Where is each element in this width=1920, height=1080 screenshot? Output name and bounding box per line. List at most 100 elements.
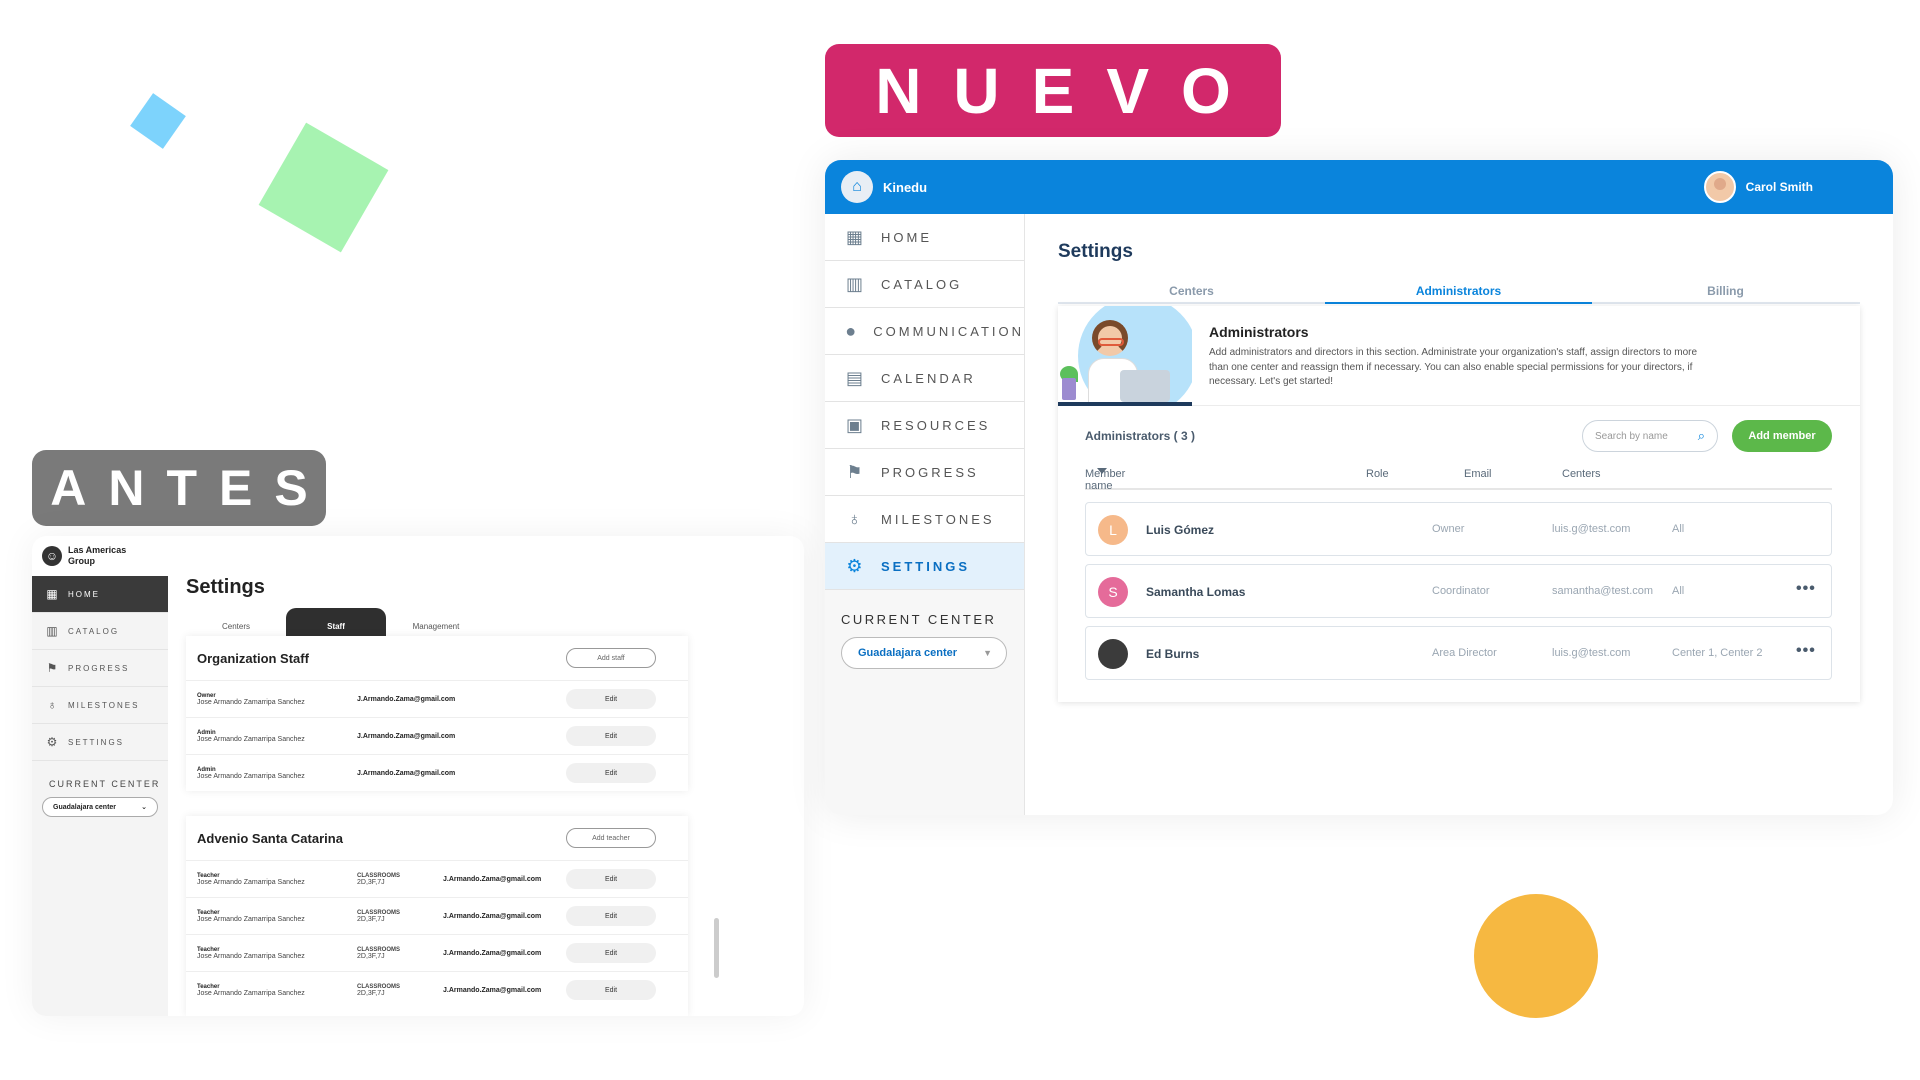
- administrators-count: Administrators ( 3 ): [1085, 429, 1196, 443]
- old-organization-staff-card: Organization Staff Add staff Owner Jose A…: [186, 636, 688, 791]
- col-email: Email: [1464, 468, 1492, 480]
- old-brand[interactable]: ☺ Las Americas Group: [32, 536, 168, 576]
- staff-name: Jose Armando Zamarripa Sanchez: [197, 915, 305, 923]
- staff-name: Jose Armando Zamarripa Sanchez: [197, 989, 305, 997]
- tab-administrators[interactable]: Administrators: [1325, 278, 1592, 304]
- old-sidebar-label: PROGRESS: [68, 663, 130, 673]
- sidebar-item-label: RESOURCES: [881, 417, 991, 433]
- blocks-icon: ▦: [845, 226, 866, 247]
- table-header: Member name Role Email Centers: [1085, 468, 1832, 492]
- old-sidebar-item-settings[interactable]: ⚙ SETTINGS: [32, 724, 168, 761]
- sort-down-icon[interactable]: [1097, 468, 1107, 474]
- sidebar-item-label: CALENDAR: [881, 370, 976, 386]
- old-sidebar-item-home[interactable]: ▦ HOME: [32, 576, 168, 613]
- resources-icon: ▣: [845, 414, 866, 435]
- edit-button[interactable]: Edit: [566, 906, 656, 926]
- edit-button[interactable]: Edit: [566, 943, 656, 963]
- info-banner: Administrators Add administrators and di…: [1058, 306, 1860, 406]
- table-row[interactable]: L Luis Gómez Owner luis.g@test.com All: [1085, 502, 1832, 556]
- member-role: Owner: [1432, 523, 1465, 535]
- edit-button[interactable]: Edit: [566, 689, 656, 709]
- edit-button[interactable]: Edit: [566, 869, 656, 889]
- old-sidebar-label: CATALOG: [68, 626, 120, 636]
- center-select[interactable]: Guadalajara center ▼: [841, 637, 1007, 669]
- center-select-value: Guadalajara center: [858, 647, 958, 659]
- user-menu[interactable]: Carol Smith: [1703, 171, 1813, 203]
- staff-email: J.Armando.Zama@gmail.com: [443, 986, 542, 994]
- old-sidebar-item-catalog[interactable]: ▥ CATALOG: [32, 613, 168, 650]
- avatar: L: [1098, 515, 1128, 545]
- table-row: Admin Jose Armando Zamarripa Sanchez J.Ar…: [186, 717, 688, 754]
- new-settings-screen: ⌂ Kinedu Carol Smith ▦ HOME ▥ CATALOG ● …: [825, 160, 1893, 815]
- table-row: Teacher Jose Armando Zamarripa Sanchez CL…: [186, 897, 688, 934]
- sidebar-item-label: HOME: [881, 229, 932, 245]
- col-role: Role: [1366, 468, 1389, 480]
- tabs: Centers Administrators Billing: [1058, 278, 1860, 304]
- admin-illustration: [1058, 306, 1192, 406]
- tab-billing[interactable]: Billing: [1592, 278, 1859, 302]
- old-sidebar-item-progress[interactable]: ⚑ PROGRESS: [32, 650, 168, 687]
- old-settings-screen: ☺ Las Americas Group ▦ HOME ▥ CATALOG ⚑ …: [32, 536, 804, 1016]
- add-staff-button[interactable]: Add staff: [566, 648, 656, 668]
- scrollbar-thumb[interactable]: [714, 918, 719, 978]
- old-tab-centers[interactable]: Centers: [186, 608, 286, 636]
- new-brand[interactable]: ⌂ Kinedu: [841, 171, 927, 203]
- sidebar-item-label: SETTINGS: [881, 558, 971, 574]
- decorative-orange-circle: [1474, 894, 1598, 1018]
- table-row: Owner Jose Armando Zamarripa Sanchez J.Ar…: [186, 680, 688, 717]
- sidebar-item-home[interactable]: ▦ HOME: [825, 214, 1024, 261]
- sidebar-item-label: MILESTONES: [881, 511, 995, 527]
- edit-button[interactable]: Edit: [566, 726, 656, 746]
- table-row[interactable]: S Samantha Lomas Coordinator samantha@te…: [1085, 564, 1832, 618]
- sidebar-item-resources[interactable]: ▣ RESOURCES: [825, 402, 1024, 449]
- old-tab-management[interactable]: Management: [386, 608, 486, 636]
- old-center-select[interactable]: Guadalajara center ⌄: [42, 797, 158, 817]
- edit-button[interactable]: Edit: [566, 763, 656, 783]
- sidebar-item-label: PROGRESS: [881, 464, 979, 480]
- old-card-title: Organization Staff: [197, 650, 309, 666]
- avatar: [1098, 639, 1128, 669]
- table-row[interactable]: Ed Burns Area Director luis.g@test.com C…: [1085, 626, 1832, 680]
- search-input[interactable]: Search by name ⌕: [1582, 420, 1718, 452]
- sidebar-item-progress[interactable]: ⚑ PROGRESS: [825, 449, 1024, 496]
- old-center-select-value: Guadalajara center: [53, 803, 117, 811]
- banner-title: Administrators: [1209, 324, 1309, 340]
- old-sidebar: ☺ Las Americas Group ▦ HOME ▥ CATALOG ⚑ …: [32, 536, 168, 1016]
- add-member-button[interactable]: Add member: [1732, 420, 1832, 452]
- old-tabs: Centers Staff Management: [186, 608, 696, 636]
- more-options-icon[interactable]: •••: [1796, 580, 1816, 598]
- sidebar: ▦ HOME ▥ CATALOG ● COMMUNICATION ▤ CALEN…: [825, 214, 1025, 815]
- table-row: Teacher Jose Armando Zamarripa Sanchez CL…: [186, 971, 688, 1008]
- sidebar-item-calendar[interactable]: ▤ CALENDAR: [825, 355, 1024, 402]
- page-title: Settings: [1058, 241, 1133, 262]
- decorative-blue-square: [130, 93, 186, 149]
- search-placeholder: Search by name: [1595, 430, 1668, 442]
- add-teacher-button[interactable]: Add teacher: [566, 828, 656, 848]
- sidebar-item-catalog[interactable]: ▥ CATALOG: [825, 261, 1024, 308]
- old-sidebar-item-milestones[interactable]: ♁ MILESTONES: [32, 687, 168, 724]
- sidebar-item-label: CATALOG: [881, 276, 963, 292]
- sidebar-item-communication[interactable]: ● COMMUNICATION: [825, 308, 1024, 355]
- staff-email: J.Armando.Zama@gmail.com: [443, 912, 542, 920]
- classrooms-value: 2D,3F,7J: [357, 989, 385, 997]
- flag-icon: ⚑: [846, 461, 866, 482]
- sidebar-item-settings[interactable]: ⚙ SETTINGS: [825, 543, 1024, 590]
- tab-centers[interactable]: Centers: [1058, 278, 1325, 302]
- edit-button[interactable]: Edit: [566, 980, 656, 1000]
- old-main: Settings Centers Staff Management Organi…: [186, 536, 786, 1016]
- member-email: luis.g@test.com: [1552, 647, 1631, 659]
- calendar-icon: ▤: [845, 367, 866, 388]
- table-row: Admin Jose Armando Zamarripa Sanchez J.Ar…: [186, 754, 688, 791]
- chevron-down-icon: ⌄: [141, 804, 147, 811]
- top-bar: ⌂ Kinedu Carol Smith: [825, 160, 1893, 214]
- current-center-label: CURRENT CENTER: [841, 612, 997, 627]
- old-tab-staff[interactable]: Staff: [286, 608, 386, 636]
- school-logo-icon: ⌂: [841, 171, 873, 203]
- table-row: Teacher Jose Armando Zamarripa Sanchez CL…: [186, 934, 688, 971]
- blocks-icon: ▦: [46, 587, 60, 601]
- sidebar-item-label: COMMUNICATION: [873, 323, 1024, 339]
- antes-label: ANTES: [32, 450, 326, 526]
- old-center-staff-card: Advenio Santa Catarina Add teacher Teach…: [186, 816, 688, 1016]
- more-options-icon[interactable]: •••: [1796, 642, 1816, 660]
- sidebar-item-milestones[interactable]: ♁ MILESTONES: [825, 496, 1024, 543]
